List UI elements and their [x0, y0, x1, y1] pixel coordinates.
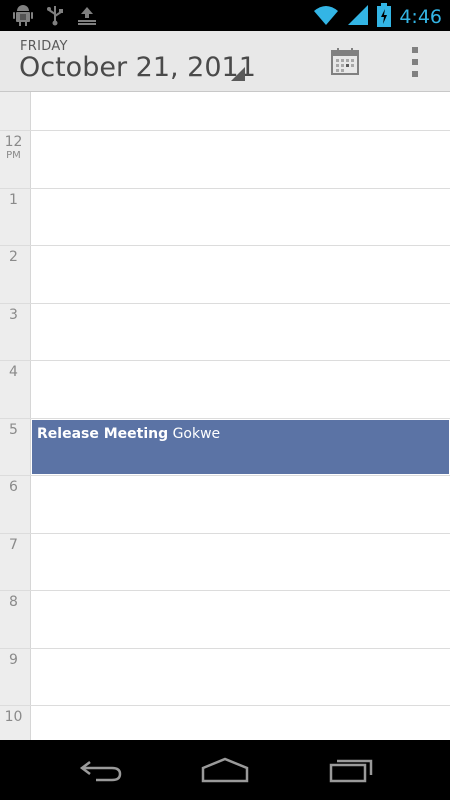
- event-title: Release Meeting: [37, 426, 169, 442]
- hour-label: 5: [9, 422, 18, 438]
- clock: 4:46: [399, 6, 442, 28]
- hour-row[interactable]: 2: [0, 245, 450, 302]
- navigation-bar: [0, 740, 450, 800]
- hour-label: 7: [9, 537, 18, 553]
- hour-row[interactable]: 9: [0, 648, 450, 705]
- overflow-menu-icon[interactable]: [406, 44, 424, 80]
- event-block[interactable]: Release Meeting Gokwe: [32, 420, 449, 474]
- recents-icon[interactable]: [327, 756, 377, 784]
- status-bar: 4:46: [0, 0, 450, 31]
- hour-label: 3: [9, 307, 18, 323]
- download-icon: [76, 4, 98, 30]
- spinner-triangle-icon[interactable]: [231, 67, 245, 81]
- hour-label: 4: [9, 364, 18, 380]
- hour-label: 1: [9, 192, 18, 208]
- hour-label: 2: [9, 249, 18, 265]
- hour-row[interactable]: 8: [0, 590, 450, 647]
- hour-row[interactable]: 4: [0, 360, 450, 417]
- all-day-row[interactable]: [31, 92, 450, 131]
- wifi-icon: [313, 4, 339, 30]
- hour-label: 9: [9, 652, 18, 668]
- hour-row[interactable]: 3: [0, 303, 450, 360]
- action-bar: FRIDAY October 21, 2011: [0, 31, 450, 92]
- date-label: October 21, 2011: [19, 52, 256, 83]
- hour-label: 12: [4, 134, 23, 150]
- hour-row[interactable]: 12 PM: [0, 130, 450, 187]
- hour-row[interactable]: 1: [0, 188, 450, 245]
- day-view-grid[interactable]: 12 PM 1 2 3 4 5 6 7 8 9 10 Release Meeti…: [0, 92, 450, 740]
- today-calendar-icon[interactable]: [330, 47, 360, 77]
- home-icon[interactable]: [200, 756, 250, 784]
- hour-row[interactable]: 10: [0, 705, 450, 740]
- hour-label: 10: [4, 709, 23, 725]
- hour-label: 6: [9, 479, 18, 495]
- hour-label: 8: [9, 594, 18, 610]
- hour-row[interactable]: 6: [0, 475, 450, 532]
- battery-charging-icon: [377, 3, 392, 31]
- hour-row[interactable]: 7: [0, 533, 450, 590]
- back-icon[interactable]: [76, 756, 126, 784]
- signal-icon: [347, 4, 369, 30]
- ampm-label: PM: [6, 150, 21, 161]
- usb-icon: [46, 4, 64, 30]
- event-location: Gokwe: [172, 426, 221, 442]
- android-debug-icon: [12, 4, 34, 30]
